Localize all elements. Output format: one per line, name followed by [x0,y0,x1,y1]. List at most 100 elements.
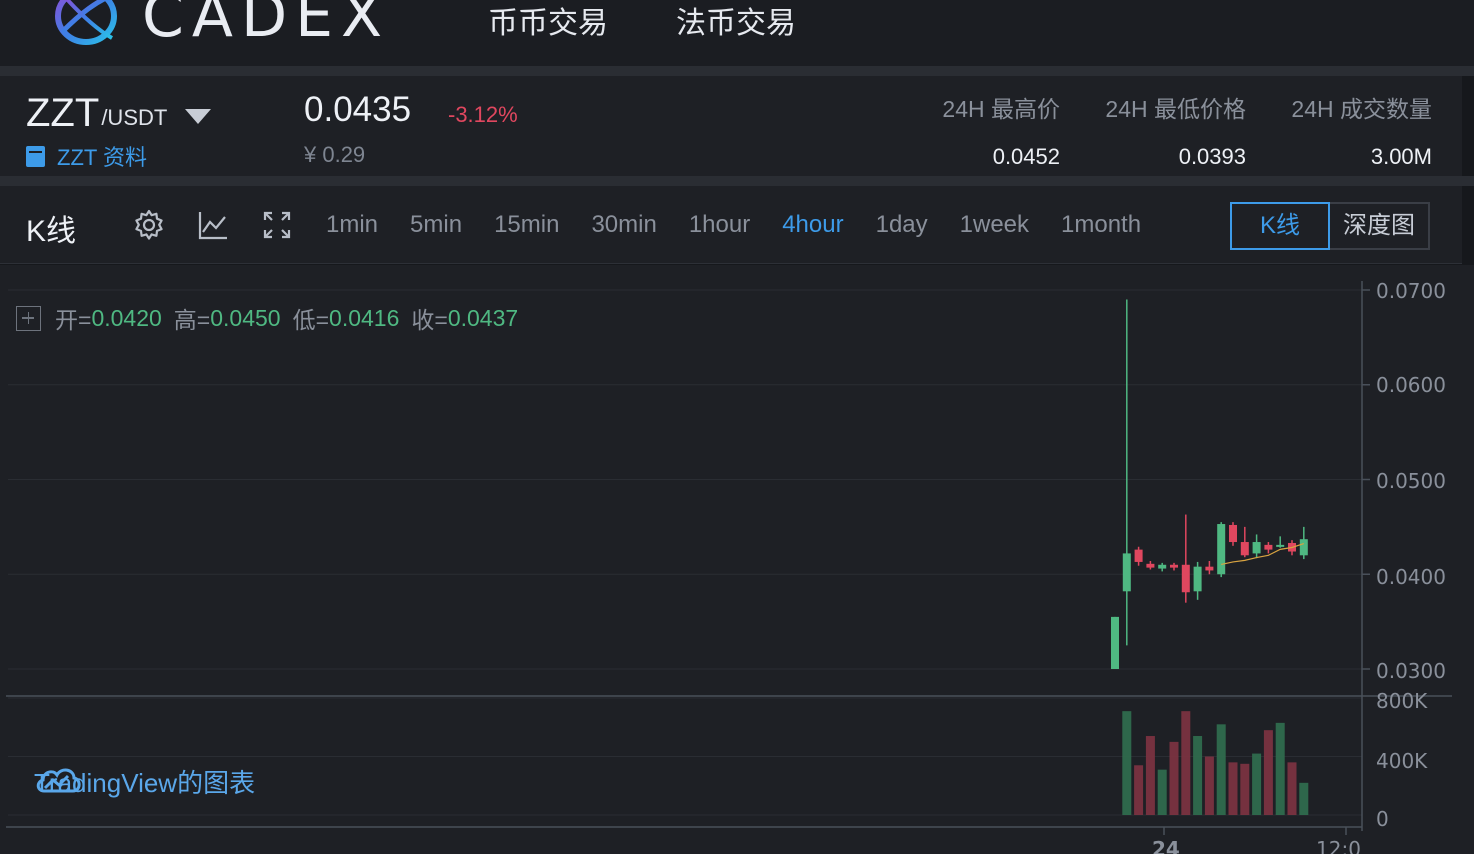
stat-label: 24H 最低价格 [1105,96,1246,122]
candle-body [1264,544,1273,550]
stat-value: 0.0452 [992,144,1060,169]
candle-body [1158,564,1167,569]
last-price: 0.0435 [304,90,412,129]
time-tick: 12:0 [1316,837,1361,854]
candle-body [1181,564,1190,593]
pair-quote: /USDT [101,105,168,130]
legend-close-label: 收= [411,307,448,333]
separator [0,66,1474,76]
nav-spot-trading[interactable]: 币币交易 [488,0,608,42]
candle-body [1229,524,1237,543]
fullscreen-icon[interactable] [260,208,294,242]
gear-icon[interactable] [132,208,166,242]
candle-body [1170,564,1178,568]
coin-info-label: ZZT 资料 [57,145,148,170]
interval-1hour[interactable]: 1hour [673,210,766,240]
price-tick: 0.0700 [1376,279,1446,303]
tradingview-branding[interactable]: TradingView的图表 [34,763,255,800]
interval-tabs: 1min 5min 15min 30min 1hour 4hour 1day 1… [310,210,1157,240]
price-change: -3.12% [448,102,518,127]
legend-low-label: 低= [292,307,330,333]
stat-label: 24H 最高价 [942,96,1060,122]
top-bar: CADEX 币币交易 法币交易 [0,0,1474,66]
volume-tick: 400K [1376,749,1428,773]
legend-high-label: 高= [173,307,211,333]
price-tick: 0.0300 [1376,659,1446,683]
view-depth-button[interactable]: 深度图 [1330,202,1430,250]
volume-bar [1263,730,1273,815]
stat-24h-low: 24H 最低价格 0.0393 [1105,90,1246,170]
interval-5min[interactable]: 5min [394,210,478,240]
candle-body [1299,539,1308,556]
legend-high-value: 0.0450 [210,304,281,331]
volume-bar [1145,736,1155,815]
volume-bar [1240,763,1250,815]
time-tick: 24 [1152,837,1180,854]
volume-tick: 800K [1376,689,1428,713]
candle-body [1205,566,1214,571]
legend-close-value: 0.0437 [447,304,519,331]
volume-bar [1287,762,1297,815]
interval-4hour[interactable]: 4hour [766,210,859,240]
stat-24h-volume: 24H 成交数量 3.00M [1291,90,1432,170]
price-tick: 0.0600 [1376,373,1446,397]
candle-body [1276,544,1285,547]
legend-open-value: 0.0420 [91,304,162,331]
candle-body [1217,524,1226,575]
legend-open-label: 开= [55,307,92,333]
logo-globe-icon [55,0,117,45]
candle-body [1240,542,1249,556]
interval-1week[interactable]: 1week [944,210,1045,240]
logo-text: CADEX [142,0,391,51]
stat-24h-high: 24H 最高价 0.0452 [942,90,1060,170]
chart-area[interactable]: 开= 0.0420 高= 0.0450 低= 0.0416 收= 0.0437 … [0,265,1474,854]
candle-body [1122,553,1131,592]
nav-fiat-trading[interactable]: 法币交易 [676,0,796,42]
chart-toolbar: K线 1min 5min 15min 30min 1hour 4hour 1da… [0,186,1462,264]
coin-info-link[interactable]: ZZT 资料 [26,140,147,172]
interval-1month[interactable]: 1month [1045,210,1157,240]
pair-selector[interactable]: ZZT /USDT [26,91,212,135]
legend-low-value: 0.0416 [329,304,400,331]
volume-bar [1275,722,1285,815]
volume-bar [1216,724,1226,815]
volume-bar [1193,736,1203,815]
ohlc-legend: 开= 0.0420 高= 0.0450 低= 0.0416 收= 0.0437 [16,301,530,335]
book-icon [26,145,45,167]
expand-legend-icon[interactable] [16,305,41,331]
volume-bar [1122,711,1132,815]
view-kline-button[interactable]: K线 [1230,202,1330,250]
volume-bar [1252,753,1262,815]
ticker-bar: ZZT /USDT ZZT 资料 0.0435 -3.12% ¥ 0.29 24… [0,76,1462,176]
volume-bar [1204,756,1214,815]
chart-title: K线 [26,215,77,248]
cny-price: ¥ 0.29 [304,142,366,167]
stat-value: 0.0393 [1178,144,1246,169]
volume-bar [1181,711,1191,815]
volume-bar [1228,762,1238,815]
indicator-icon[interactable] [196,208,230,242]
interval-1day[interactable]: 1day [860,210,944,240]
candle-body [1252,542,1261,554]
candle-body [1146,563,1155,568]
price-tick: 0.0500 [1376,469,1446,493]
caret-down-icon[interactable] [185,109,212,124]
candle-body [1193,566,1202,592]
volume-bar [1157,769,1167,815]
interval-1min[interactable]: 1min [310,210,394,240]
separator [0,176,1474,186]
cloud-icon [36,768,81,793]
view-toggle: K线 深度图 [1230,202,1430,250]
interval-15min[interactable]: 15min [478,210,575,240]
volume-tick: 0 [1376,807,1389,831]
stat-value: 3.00M [1370,144,1432,169]
interval-30min[interactable]: 30min [575,210,672,240]
pair-base: ZZT [26,91,100,135]
volume-bar [1299,782,1309,815]
volume-bar [1134,765,1144,815]
logo[interactable]: CADEX [52,0,390,46]
volume-bar [1169,741,1179,815]
candle-body [1111,616,1119,669]
candle-body [1134,549,1143,562]
stat-label: 24H 成交数量 [1291,96,1432,122]
